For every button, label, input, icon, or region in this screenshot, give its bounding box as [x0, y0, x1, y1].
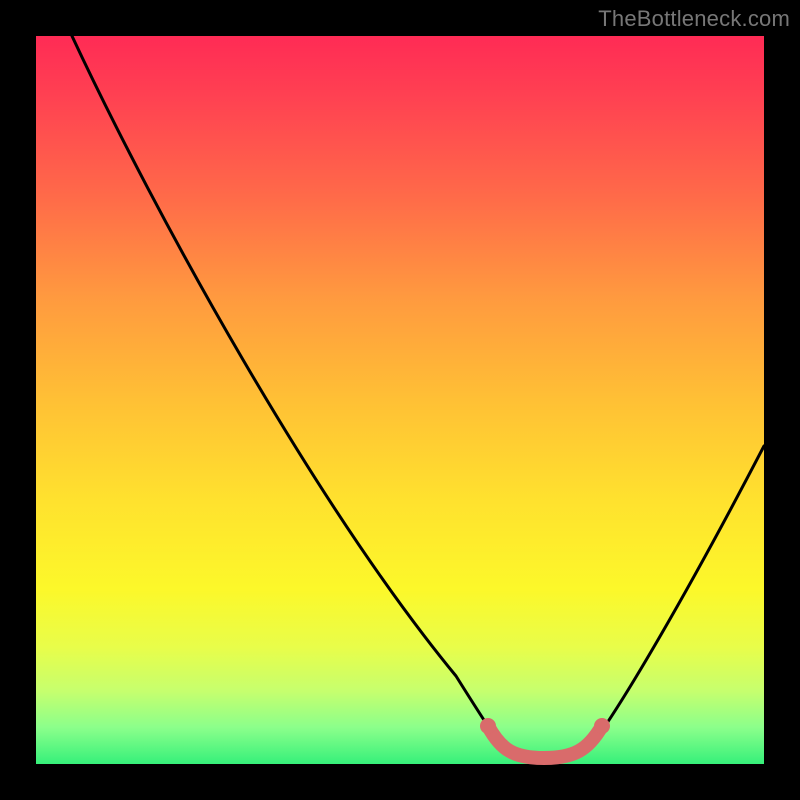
highlight-band-path: [488, 726, 602, 758]
bottleneck-curve-path: [72, 36, 764, 762]
watermark-text: TheBottleneck.com: [598, 6, 790, 32]
chart-svg: [36, 36, 764, 764]
highlight-end-dot: [594, 718, 610, 734]
highlight-start-dot: [480, 718, 496, 734]
app-frame: TheBottleneck.com: [0, 0, 800, 800]
plot-area: [36, 36, 764, 764]
